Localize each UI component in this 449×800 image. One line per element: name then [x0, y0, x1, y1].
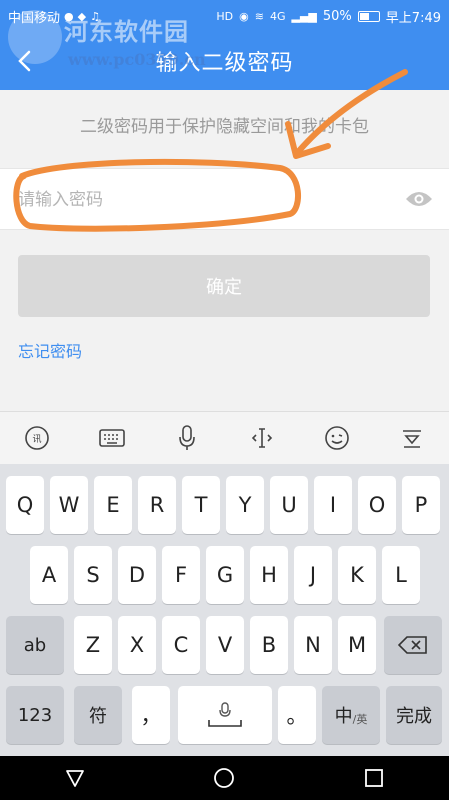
- battery-percent: 50%: [322, 8, 352, 24]
- network-type-label: 4G: [269, 9, 286, 23]
- keyboard-layout-icon[interactable]: [97, 423, 127, 453]
- nav-home-icon[interactable]: [212, 766, 236, 790]
- backspace-icon: [398, 636, 427, 654]
- key-c[interactable]: C: [162, 616, 200, 674]
- carrier-label: 中国移动: [8, 10, 61, 26]
- emoji-icon[interactable]: [322, 423, 352, 453]
- key-l[interactable]: L: [382, 546, 420, 604]
- hint-text: 二级密码用于保护隐藏空间和我的卡包: [80, 117, 369, 137]
- key-s[interactable]: S: [74, 546, 112, 604]
- comma-key[interactable]: ，: [132, 686, 170, 744]
- forgot-password-link[interactable]: 忘记密码: [18, 338, 82, 362]
- key-u[interactable]: U: [270, 476, 308, 534]
- password-row: [0, 168, 449, 230]
- keyboard: Q W E R T Y U I O P A S D F G H J K Lab Z X C V B N M 123 符，。中/英 完成: [0, 464, 449, 756]
- show-password-eye-icon[interactable]: [405, 189, 433, 209]
- key-j[interactable]: J: [294, 546, 332, 604]
- nav-recents-icon[interactable]: [362, 766, 386, 790]
- ime-logo-icon[interactable]: 讯: [22, 423, 52, 453]
- microphone-icon[interactable]: [172, 423, 202, 453]
- hide-keyboard-icon[interactable]: [397, 423, 427, 453]
- key-f[interactable]: F: [162, 546, 200, 604]
- key-w[interactable]: W: [50, 476, 88, 534]
- battery-icon: [357, 10, 380, 22]
- key-m[interactable]: M: [338, 616, 376, 674]
- title-bar: 输入二级密码: [0, 32, 449, 90]
- wechat-icon: ●: [64, 9, 74, 23]
- key-r[interactable]: R: [138, 476, 176, 534]
- key-b[interactable]: B: [250, 616, 288, 674]
- key-h[interactable]: H: [250, 546, 288, 604]
- keyboard-toolbar: 讯: [0, 411, 449, 464]
- page-title: 输入二级密码: [155, 51, 294, 76]
- backspace-key[interactable]: [384, 616, 442, 674]
- key-d[interactable]: D: [118, 546, 156, 604]
- wifi-icon: ≋: [254, 9, 264, 23]
- key-i[interactable]: I: [314, 476, 352, 534]
- key-y[interactable]: Y: [226, 476, 264, 534]
- period-key[interactable]: 。: [278, 686, 316, 744]
- svg-text:讯: 讯: [33, 434, 42, 445]
- key-p[interactable]: P: [402, 476, 440, 534]
- language-switch-key[interactable]: 中/英: [322, 686, 380, 744]
- shift-ab-key[interactable]: ab: [6, 616, 64, 674]
- key-z[interactable]: Z: [74, 616, 112, 674]
- password-input[interactable]: [18, 183, 388, 217]
- key-o[interactable]: O: [358, 476, 396, 534]
- symbols-key[interactable]: 符: [74, 686, 122, 744]
- nav-back-icon[interactable]: [63, 766, 87, 790]
- status-bar: 中国移动 ● ◆ ♫ HD ◉ ≋ 4G ▂▄▆ 50% 早上7:49: [0, 0, 449, 32]
- key-k[interactable]: K: [338, 546, 376, 604]
- key-v[interactable]: V: [206, 616, 244, 674]
- clock: 早上7:49: [385, 10, 441, 26]
- back-arrow-icon[interactable]: [10, 46, 40, 76]
- eye-comfort-icon: ◉: [239, 9, 249, 23]
- key-g[interactable]: G: [206, 546, 244, 604]
- music-icon: ♫: [90, 9, 100, 23]
- key-x[interactable]: X: [118, 616, 156, 674]
- signal-icon: ▂▄▆: [291, 9, 317, 23]
- confirm-button[interactable]: 确定: [18, 255, 430, 317]
- key-n[interactable]: N: [294, 616, 332, 674]
- space-voice-icon: [208, 702, 242, 727]
- navigation-bar: [0, 756, 449, 800]
- numbers-key[interactable]: 123: [6, 686, 64, 744]
- key-a[interactable]: A: [30, 546, 68, 604]
- key-e[interactable]: E: [94, 476, 132, 534]
- lang-main: 中: [334, 706, 353, 727]
- space-key[interactable]: [178, 686, 272, 744]
- done-key[interactable]: 完成: [386, 686, 442, 744]
- key-t[interactable]: T: [182, 476, 220, 534]
- cursor-move-icon[interactable]: [247, 423, 277, 453]
- hd-icon: HD: [216, 9, 234, 23]
- app-notification-icon: ◆: [77, 9, 87, 23]
- lang-sub: /英: [352, 713, 368, 726]
- key-q[interactable]: Q: [6, 476, 44, 534]
